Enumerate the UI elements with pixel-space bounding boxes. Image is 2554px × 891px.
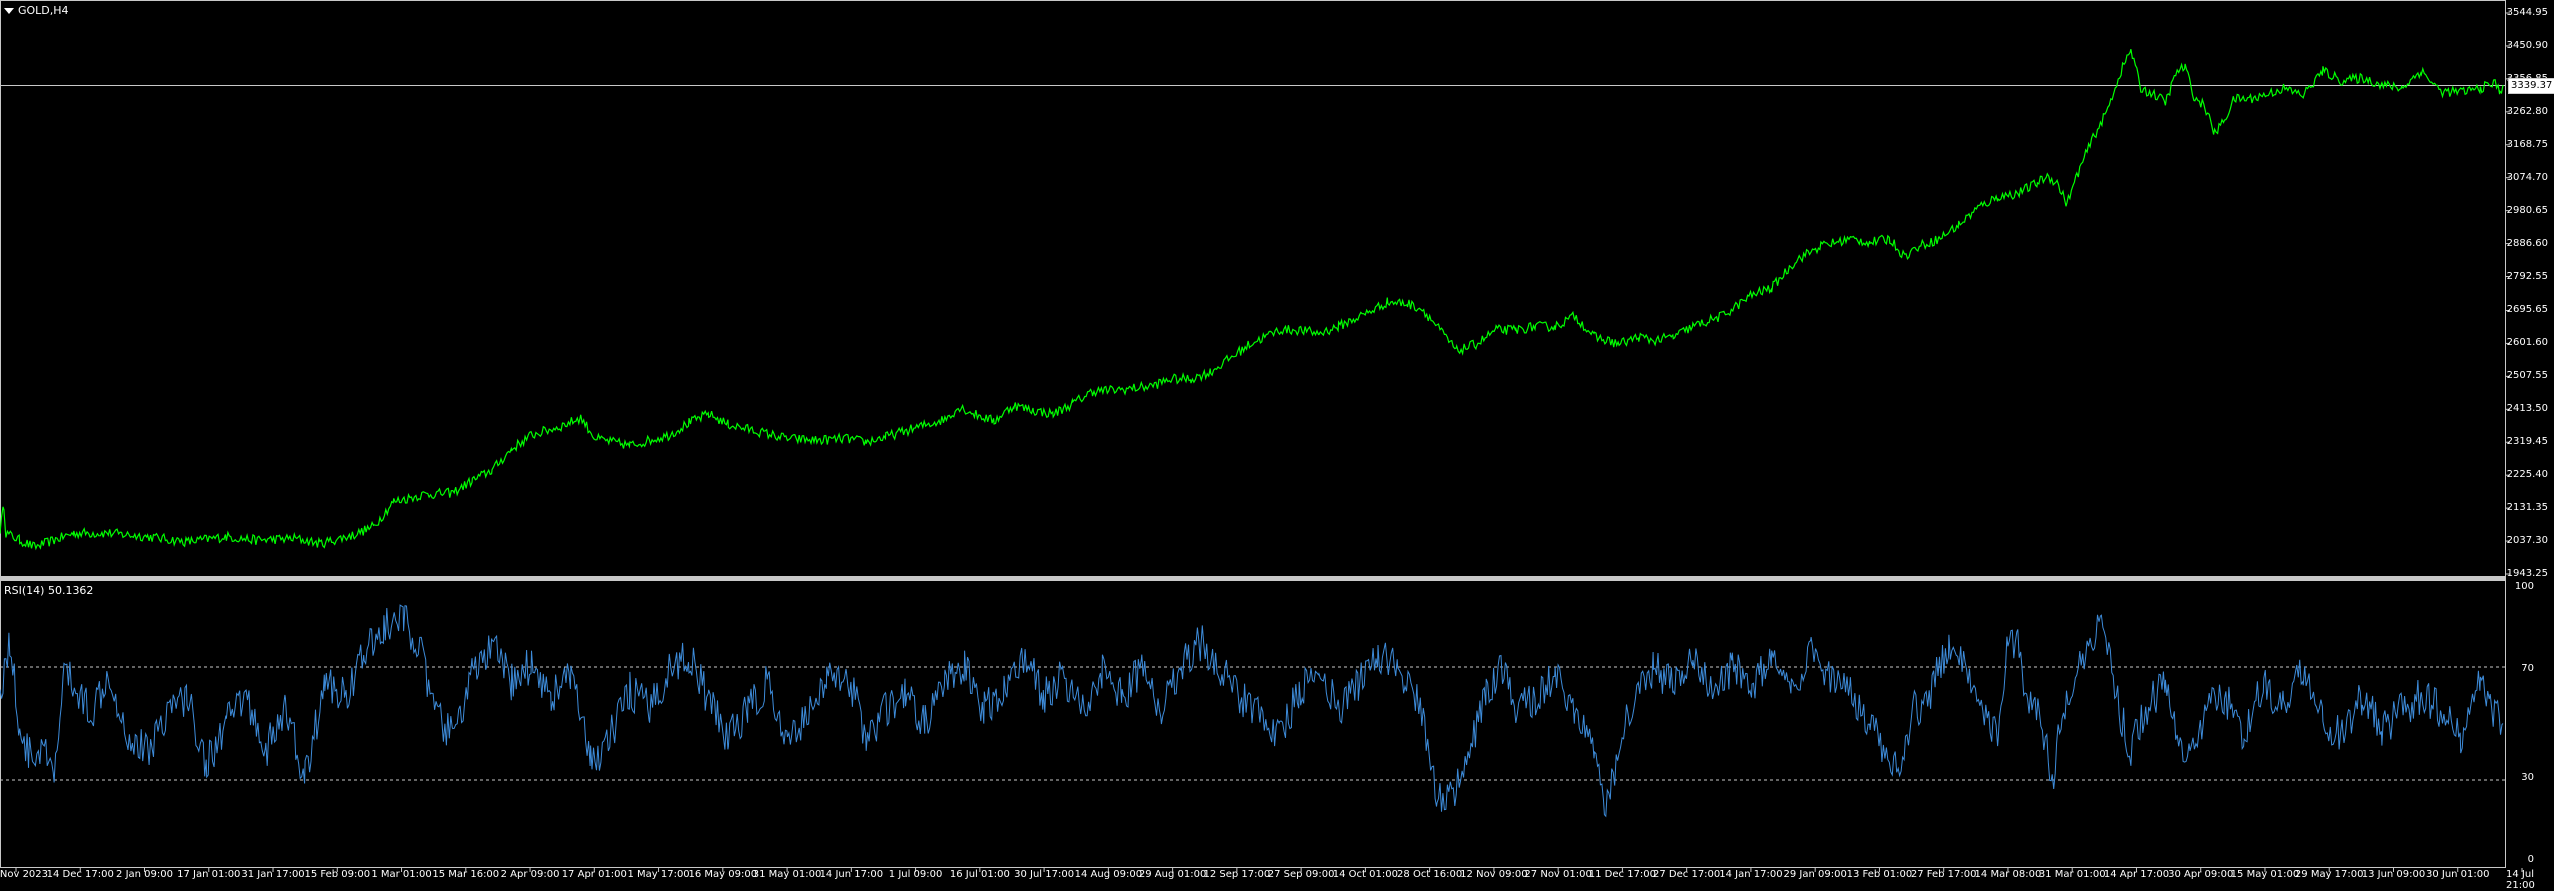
rsi-tick-label: 100	[2514, 581, 2534, 592]
time-tick-label: 14 Jul 21:00	[2506, 869, 2535, 891]
rsi-pane-frame	[0, 580, 2506, 868]
price-tick-label: 2413.50	[2506, 403, 2548, 415]
time-tick-label: 14 Mar 08:00	[1974, 869, 2042, 880]
rsi-tick-label: 70	[2521, 662, 2534, 674]
time-tick-label: 15 May 01:00	[2230, 869, 2300, 880]
time-tick-label: 17 Jan 01:00	[177, 869, 241, 880]
time-tick-label: 14 Dec 17:00	[46, 869, 114, 880]
main-pane-frame	[0, 0, 2506, 577]
time-tick-label: 12 Nov 09:00	[1460, 869, 1528, 880]
price-tick-label: 3450.90	[2506, 39, 2548, 51]
time-tick-label: 14 Jan 17:00	[1719, 869, 1783, 880]
time-tick-label: 27 Sep 09:00	[1267, 869, 1335, 880]
time-tick-label: 12 Sep 17:00	[1203, 869, 1271, 880]
symbol-title-text: GOLD,H4	[18, 4, 69, 17]
time-tick-label: 31 Mar 01:00	[2038, 869, 2106, 880]
time-tick-label: 30 Nov 2023	[0, 869, 49, 880]
time-tick-label: 27 Dec 17:00	[1653, 869, 1721, 880]
time-tick-label: 1 Mar 01:00	[371, 869, 432, 880]
current-price-badge: 3339.37	[2508, 78, 2554, 94]
time-tick-label: 2 Apr 09:00	[500, 869, 560, 880]
time-tick-label: 29 May 17:00	[2294, 869, 2364, 880]
chart-window[interactable]: GOLD,H4 RSI(14) 50.1362 3544.95 3450.90 33…	[0, 0, 2554, 891]
time-tick-label: 1 Jul 09:00	[888, 869, 943, 880]
time-tick-label: 15 Feb 09:00	[304, 869, 371, 880]
rsi-line	[0, 604, 2504, 818]
time-tick-label: 2 Jan 09:00	[116, 869, 173, 880]
collapse-triangle-icon[interactable]	[4, 7, 14, 14]
time-tick-label: 15 Mar 16:00	[432, 869, 500, 880]
time-tick-label: 28 Oct 16:00	[1397, 869, 1463, 880]
time-tick-label: 30 Jul 17:00	[1014, 869, 1075, 880]
time-tick-label: 13 Jun 09:00	[2361, 869, 2426, 880]
price-tick-label: 3262.80	[2506, 105, 2548, 117]
price-axis-ticks	[2506, 12, 2510, 575]
price-tick-label: 2225.40	[2506, 469, 2548, 481]
time-tick-label: 13 Feb 01:00	[1846, 869, 1913, 880]
time-tick-label: 17 Apr 01:00	[561, 869, 627, 880]
price-tick-label: 2601.60	[2506, 337, 2548, 349]
time-tick-label: 14 Apr 17:00	[2103, 869, 2170, 880]
time-tick-label: 16 May 09:00	[688, 869, 758, 880]
price-tick-label: 2037.30	[2506, 535, 2548, 547]
time-tick-label: 14 Jun 17:00	[819, 869, 884, 880]
time-tick-label: 1 May 17:00	[627, 869, 690, 880]
time-tick-label: 30 Apr 09:00	[2168, 869, 2234, 880]
price-tick-label: 2131.35	[2506, 502, 2548, 514]
chart-canvas[interactable]	[0, 0, 2554, 883]
time-tick-label: 31 Jan 17:00	[241, 869, 305, 880]
gold-price-line	[0, 49, 2504, 551]
time-tick-label: 31 May 01:00	[752, 869, 822, 880]
symbol-title[interactable]: GOLD,H4	[4, 4, 69, 17]
price-tick-label: 1943.25	[2506, 568, 2548, 579]
price-tick-label: 3544.95	[2506, 7, 2548, 18]
price-tick-label: 2319.45	[2506, 436, 2548, 448]
rsi-tick-label: 0	[2527, 854, 2534, 865]
price-tick-label: 2507.55	[2506, 370, 2548, 382]
time-tick-label: 14 Oct 01:00	[1332, 869, 1398, 880]
indicator-title: RSI(14) 50.1362	[4, 584, 94, 597]
price-tick-label: 2792.55	[2506, 270, 2548, 282]
time-tick-label: 27 Feb 17:00	[1910, 869, 1977, 880]
time-tick-label: 29 Aug 01:00	[1138, 869, 1207, 880]
time-tick-label: 30 Jun 01:00	[2425, 869, 2490, 880]
time-tick-label: 27 Nov 01:00	[1524, 869, 1592, 880]
rsi-tick-label: 30	[2521, 772, 2534, 784]
price-tick-label: 2980.65	[2506, 204, 2548, 216]
price-tick-label: 3074.70	[2506, 171, 2548, 183]
price-tick-label: 3168.75	[2506, 138, 2548, 150]
time-tick-label: 29 Jan 09:00	[1783, 869, 1847, 880]
price-tick-label: 2886.60	[2506, 237, 2548, 249]
price-tick-label: 2695.65	[2506, 304, 2548, 316]
time-tick-label: 11 Dec 17:00	[1588, 869, 1657, 880]
time-tick-label: 16 Jul 01:00	[949, 869, 1010, 880]
time-tick-label: 14 Aug 09:00	[1074, 869, 1143, 880]
